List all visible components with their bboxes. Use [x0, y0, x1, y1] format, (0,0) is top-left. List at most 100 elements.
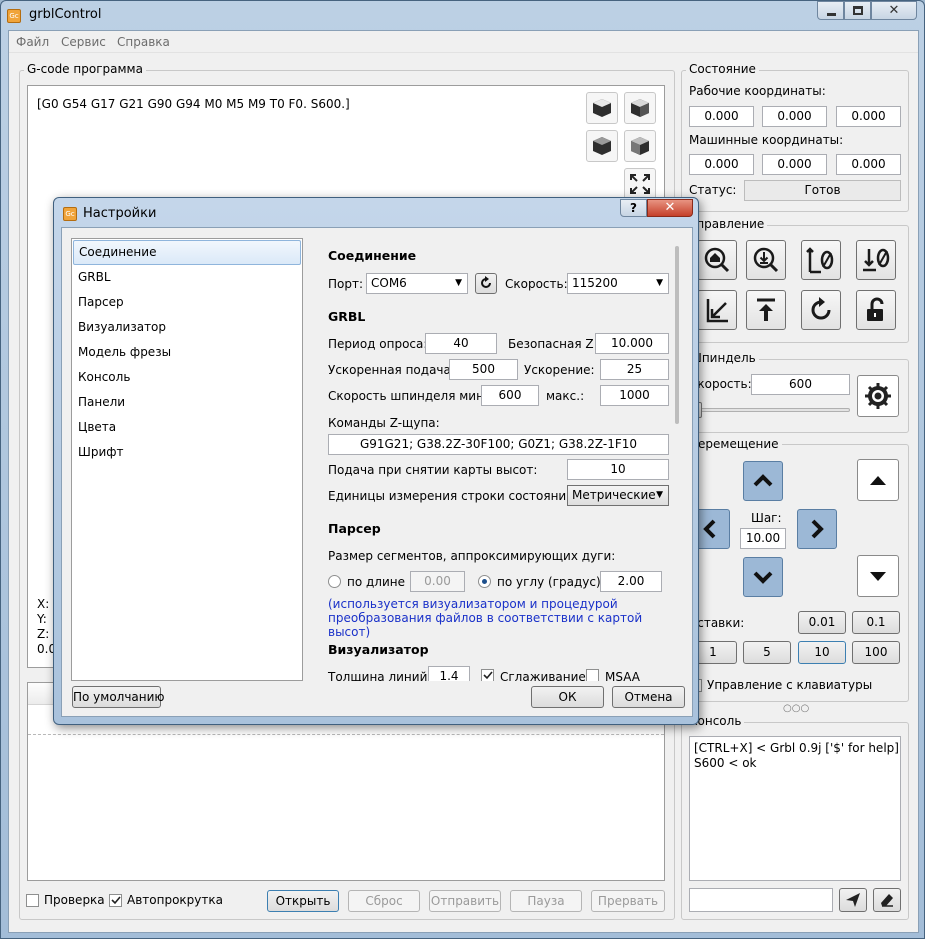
view-left-button[interactable] — [624, 130, 656, 162]
jog-z-minus-button[interactable] — [857, 555, 899, 597]
close-button[interactable]: ✕ — [871, 1, 917, 20]
by-length-radio[interactable] — [328, 574, 341, 588]
rapid-feed-field[interactable]: 500 — [449, 359, 518, 380]
spindle-speed-field[interactable]: 600 — [751, 374, 850, 395]
preset-100-button[interactable]: 100 — [852, 641, 900, 664]
jog-y-plus-button[interactable] — [743, 461, 783, 501]
units-select[interactable]: Метрические ▼ — [567, 485, 669, 506]
zero-probe-button[interactable] — [746, 240, 786, 280]
preset-5-button[interactable]: 5 — [743, 641, 791, 664]
autoscroll-checkbox[interactable] — [109, 893, 122, 907]
nav-item-visualizer[interactable]: Визуализатор — [73, 315, 301, 340]
segments-label: Размер сегментов, аппроксимирующих дуги: — [328, 549, 616, 563]
acceleration-field[interactable]: 25 — [600, 359, 669, 380]
jog-group-title: Перемещение — [686, 437, 782, 451]
jog-y-minus-button[interactable] — [743, 557, 783, 597]
return-xy-button[interactable] — [697, 290, 737, 330]
nav-item-connection[interactable]: Соединение — [73, 240, 301, 265]
check-checkbox[interactable] — [26, 893, 39, 907]
check-mark-icon — [483, 671, 493, 680]
view-iso-button[interactable] — [586, 92, 618, 124]
send-button[interactable]: Отправить — [429, 890, 501, 912]
view-front-button[interactable] — [586, 130, 618, 162]
settings-nav-list[interactable]: Соединение GRBL Парсер Визуализатор Моде… — [71, 238, 303, 681]
maximize-button[interactable] — [844, 1, 871, 20]
console-send-button[interactable] — [839, 888, 867, 912]
pause-button[interactable]: Пауза — [510, 890, 582, 912]
preset-0-01-button[interactable]: 0.01 — [798, 611, 846, 634]
top-button[interactable] — [746, 290, 786, 330]
spindle-max-field[interactable]: 1000 — [600, 385, 669, 406]
spindle-min-field[interactable]: 600 — [481, 385, 539, 406]
line-width-field[interactable]: 1.4 — [428, 666, 470, 681]
view-fit-button[interactable] — [624, 168, 656, 200]
minimize-button[interactable] — [817, 1, 844, 20]
jog-x-plus-button[interactable] — [797, 509, 837, 549]
msaa-checkbox[interactable] — [586, 668, 599, 681]
preset-10-button[interactable]: 10 — [798, 641, 846, 664]
dialog-help-button[interactable]: ? — [620, 199, 647, 217]
view-top-button[interactable] — [624, 92, 656, 124]
arrow-up-bar-icon — [757, 298, 775, 321]
abort-button[interactable]: Прервать — [591, 890, 665, 912]
settings-scrollbar[interactable] — [673, 246, 681, 674]
minimize-icon — [827, 13, 836, 16]
poll-period-field[interactable]: 40 — [425, 333, 497, 354]
spindle-max-label: макс.: — [546, 389, 585, 403]
console-command-input[interactable] — [689, 888, 833, 912]
preset-0-1-button[interactable]: 0.1 — [852, 611, 900, 634]
safe-z-label: Безопасная Z: — [508, 337, 598, 351]
splitter-handle[interactable]: ○○○ — [783, 703, 809, 714]
console-output[interactable]: [CTRL+X] < Grbl 0.9j ['$' for help] S600… — [689, 736, 901, 881]
send-icon — [846, 893, 860, 907]
by-angle-field[interactable]: 2.00 — [600, 571, 662, 592]
nav-item-tool-model[interactable]: Модель фрезы — [73, 340, 301, 365]
by-length-field[interactable]: 0.00 — [410, 571, 465, 592]
chevron-left-icon — [703, 519, 716, 539]
nav-item-console[interactable]: Консоль — [73, 365, 301, 390]
dropdown-arrow-icon: ▼ — [656, 278, 663, 288]
unlock-button[interactable] — [856, 290, 896, 330]
open-button[interactable]: Открыть — [267, 890, 339, 912]
menu-file[interactable]: Файл — [16, 35, 49, 49]
reset-button[interactable]: Сброс — [348, 890, 420, 912]
safe-z-field[interactable]: 10.000 — [595, 333, 669, 354]
menu-service[interactable]: Сервис — [61, 35, 106, 49]
nav-item-parser[interactable]: Парсер — [73, 290, 301, 315]
check-label: Проверка — [44, 893, 105, 907]
defaults-button[interactable]: По умолчанию — [72, 686, 165, 708]
zero-xy-button[interactable] — [801, 240, 841, 280]
nav-item-grbl[interactable]: GRBL — [73, 265, 301, 290]
cancel-button[interactable]: Отмена — [612, 686, 685, 708]
spindle-slider[interactable] — [689, 408, 850, 412]
ok-button[interactable]: ОК — [531, 686, 604, 708]
baud-select[interactable]: 115200 ▼ — [567, 273, 669, 294]
by-angle-radio[interactable] — [478, 574, 491, 588]
nav-item-font[interactable]: Шрифт — [73, 440, 301, 465]
gear-icon — [865, 383, 891, 409]
spindle-toggle-button[interactable] — [857, 375, 899, 417]
jog-z-plus-button[interactable] — [857, 459, 899, 501]
nav-item-colors[interactable]: Цвета — [73, 415, 301, 440]
work-coords-label: Рабочие координаты: — [689, 84, 826, 98]
smoothing-checkbox[interactable] — [481, 668, 494, 681]
port-select[interactable]: COM6 ▼ — [366, 273, 468, 294]
maximize-icon — [853, 6, 863, 15]
zero-z-button[interactable] — [856, 240, 896, 280]
probe-commands-field[interactable]: G91G21; G38.2Z-30F100; G0Z1; G38.2Z-1F10 — [328, 434, 669, 455]
refresh-ports-button[interactable] — [475, 273, 497, 294]
triangle-down-icon — [870, 572, 886, 581]
home-button[interactable] — [697, 240, 737, 280]
console-clear-button[interactable] — [873, 888, 901, 912]
msaa-label: MSAA — [605, 670, 640, 681]
dialog-close-button[interactable]: ✕ — [647, 199, 693, 217]
menu-help[interactable]: Справка — [117, 35, 170, 49]
eraser-icon — [881, 894, 893, 907]
scrollbar-thumb[interactable] — [675, 246, 679, 424]
heightmap-feed-field[interactable]: 10 — [567, 459, 669, 480]
chevron-up-icon — [753, 474, 773, 487]
state-group-title: Состояние — [686, 62, 759, 76]
step-field[interactable]: 10.00 — [740, 528, 786, 549]
nav-item-panels[interactable]: Панели — [73, 390, 301, 415]
reset-controller-button[interactable] — [801, 290, 841, 330]
